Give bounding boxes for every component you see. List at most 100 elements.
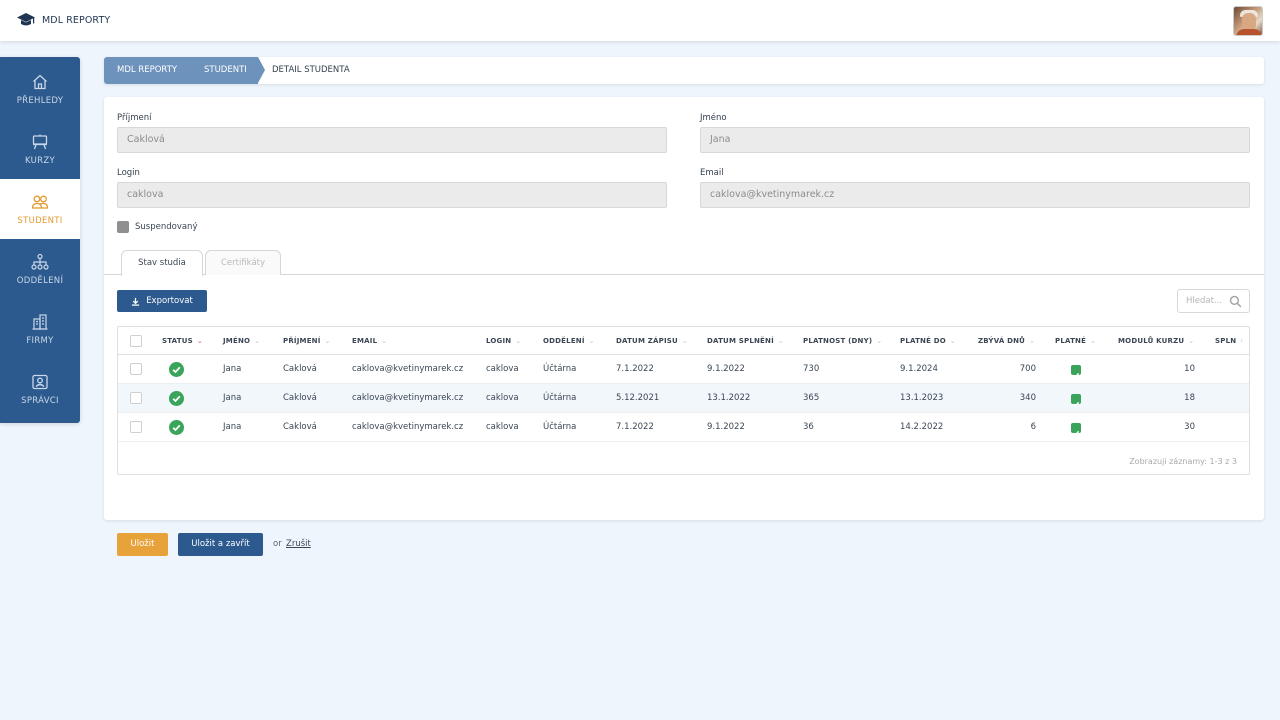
results-table: STATUS ⌄ JMÉNO ⌄ PŘÍJMENÍ ⌄ EMAIL ⌄ LOGIN ⌄ O… — [117, 326, 1250, 475]
column-label: EMAIL — [352, 337, 378, 345]
column-header-email[interactable]: EMAIL ⌄ — [352, 327, 387, 355]
cell-jmeno: Jana — [223, 422, 242, 432]
avatar[interactable] — [1233, 6, 1263, 36]
column-header-spln[interactable]: SPLN › — [1215, 327, 1243, 355]
column-label: MODULŮ KURZU — [1118, 337, 1185, 345]
surname-field[interactable]: Caklová — [117, 127, 667, 153]
sort-icon: ⌄ — [1029, 337, 1036, 345]
select-all-checkbox[interactable] — [130, 335, 142, 347]
cell-moduly: 18 — [1184, 393, 1195, 403]
table-row[interactable]: Jana Caklová caklova@kvetinymarek.cz cak… — [118, 384, 1249, 413]
sidebar-item-firmy[interactable]: FIRMY — [0, 299, 80, 359]
download-icon — [132, 297, 140, 306]
table-row[interactable]: Jana Caklová caklova@kvetinymarek.cz cak… — [118, 413, 1249, 442]
column-header-platne-do[interactable]: PLATNÉ DO ⌄ — [900, 327, 956, 355]
export-button[interactable]: Exportovat — [117, 290, 207, 312]
column-label: LOGIN — [486, 337, 512, 345]
sort-desc-icon: ⌄ — [196, 337, 203, 345]
cancel-link[interactable]: Zrušit — [286, 539, 311, 549]
brand[interactable]: MDL REPORTY — [16, 11, 110, 29]
column-header-platnost[interactable]: PLATNOST (DNY) ⌄ — [803, 327, 882, 355]
login-field[interactable]: caklova — [117, 182, 667, 208]
users-icon — [31, 195, 49, 209]
sort-icon: ⌄ — [254, 337, 261, 345]
top-bar: MDL REPORTY — [0, 0, 1280, 41]
cell-oddeleni: Účtárna — [543, 393, 577, 403]
suspended-label: Suspendovaný — [135, 222, 198, 232]
cell-moduly: 10 — [1184, 364, 1195, 374]
status-ok-icon — [169, 391, 184, 406]
column-label: PLATNÉ DO — [900, 337, 946, 345]
cell-prijmeni: Caklová — [283, 393, 317, 403]
tab-stav-studia[interactable]: Stav studia — [121, 250, 203, 276]
breadcrumb-item-studenti[interactable]: STUDENTI — [188, 57, 258, 84]
column-header-jmeno[interactable]: JMÉNO ⌄ — [223, 327, 260, 355]
home-icon — [33, 74, 47, 89]
row-checkbox[interactable] — [130, 392, 142, 404]
app-title: MDL REPORTY — [42, 14, 111, 26]
sidebar-item-studenti[interactable]: STUDENTI — [0, 179, 80, 239]
column-label: ODDĚLENÍ — [543, 337, 585, 345]
cell-oddeleni: Účtárna — [543, 364, 577, 374]
save-and-close-button[interactable]: Uložit a zavřít — [178, 533, 263, 556]
sidebar-item-oddeleni[interactable]: ODDĚLENÍ — [0, 239, 80, 299]
sidebar-item-label: FIRMY — [26, 335, 54, 346]
firstname-field[interactable]: Jana — [700, 127, 1250, 153]
cell-login: caklova — [486, 364, 519, 374]
scroll-right-icon[interactable]: › — [1240, 327, 1243, 355]
cell-moduly: 30 — [1184, 422, 1195, 432]
table-row[interactable]: Jana Caklová caklova@kvetinymarek.cz cak… — [118, 355, 1249, 384]
valid-check-icon — [1071, 365, 1081, 379]
status-ok-icon — [169, 420, 184, 435]
sidebar-item-spravci[interactable]: SPRÁVCI — [0, 359, 80, 419]
search-input[interactable]: Hledat... — [1177, 289, 1250, 313]
sort-icon: ⌄ — [681, 337, 688, 345]
column-header-zbyva-dnu[interactable]: ZBÝVÁ DNŮ ⌄ — [978, 327, 1035, 355]
valid-check-icon — [1071, 394, 1081, 408]
search-placeholder: Hledat... — [1186, 296, 1223, 306]
cell-email: caklova@kvetinymarek.cz — [352, 393, 464, 403]
cell-zbyva-dnu: 6 — [1030, 422, 1036, 432]
cell-datum-splneni: 13.1.2022 — [707, 393, 751, 403]
avatar-shirt — [1236, 29, 1262, 35]
sort-icon: ⌄ — [324, 337, 331, 345]
sidebar-item-prehledy[interactable]: PŘEHLEDY — [0, 59, 80, 119]
column-header-modulu-kurzu[interactable]: MODULŮ KURZU ⌄ — [1118, 327, 1194, 355]
suspended-checkbox[interactable] — [117, 221, 129, 233]
row-checkbox[interactable] — [130, 363, 142, 375]
email-field[interactable]: caklova@kvetinymarek.cz — [700, 182, 1250, 208]
email-label: Email — [700, 168, 724, 178]
breadcrumb: MDL REPORTY STUDENTI DETAIL STUDENTA — [104, 57, 1264, 84]
sort-icon: ⌄ — [1090, 337, 1097, 345]
column-header-datum-zapisu[interactable]: DATUM ZÁPISU ⌄ — [616, 327, 688, 355]
cell-datum-zapisu: 7.1.2022 — [616, 422, 654, 432]
presentation-board-icon — [32, 134, 48, 149]
column-label: DATUM ZÁPISU — [616, 337, 678, 345]
sort-icon: ⌄ — [515, 337, 522, 345]
or-text: or — [273, 539, 282, 549]
column-header-login[interactable]: LOGIN ⌄ — [486, 327, 521, 355]
tab-certifikaty[interactable]: Certifikáty — [205, 250, 281, 275]
sidebar-item-label: PŘEHLEDY — [16, 95, 64, 106]
search-icon — [1229, 295, 1242, 308]
column-header-platne[interactable]: PLATNÉ ⌄ — [1055, 327, 1096, 355]
breadcrumb-item-current: DETAIL STUDENTA — [272, 65, 350, 75]
login-label: Login — [117, 168, 140, 178]
cell-platnost: 730 — [803, 364, 820, 374]
cell-zbyva-dnu: 700 — [1019, 364, 1036, 374]
breadcrumb-item-home[interactable]: MDL REPORTY — [104, 57, 188, 84]
sidebar-item-kurzy[interactable]: KURZY — [0, 119, 80, 179]
column-header-status[interactable]: STATUS ⌄ — [162, 327, 203, 355]
save-button[interactable]: Uložit — [117, 533, 168, 556]
cell-platnost: 365 — [803, 393, 820, 403]
column-label: DATUM SPLNĚNÍ — [707, 337, 774, 345]
sidebar-item-label: ODDĚLENÍ — [16, 275, 64, 286]
cell-platne-do: 9.1.2024 — [900, 364, 938, 374]
row-checkbox[interactable] — [130, 421, 142, 433]
sort-icon: ⌄ — [777, 337, 784, 345]
table-header: STATUS ⌄ JMÉNO ⌄ PŘÍJMENÍ ⌄ EMAIL ⌄ LOGIN ⌄ O… — [118, 327, 1249, 355]
cell-platnost: 36 — [803, 422, 814, 432]
column-header-datum-splneni[interactable]: DATUM SPLNĚNÍ ⌄ — [707, 327, 784, 355]
column-header-prijmeni[interactable]: PŘÍJMENÍ ⌄ — [283, 327, 331, 355]
column-header-oddeleni[interactable]: ODDĚLENÍ ⌄ — [543, 327, 595, 355]
